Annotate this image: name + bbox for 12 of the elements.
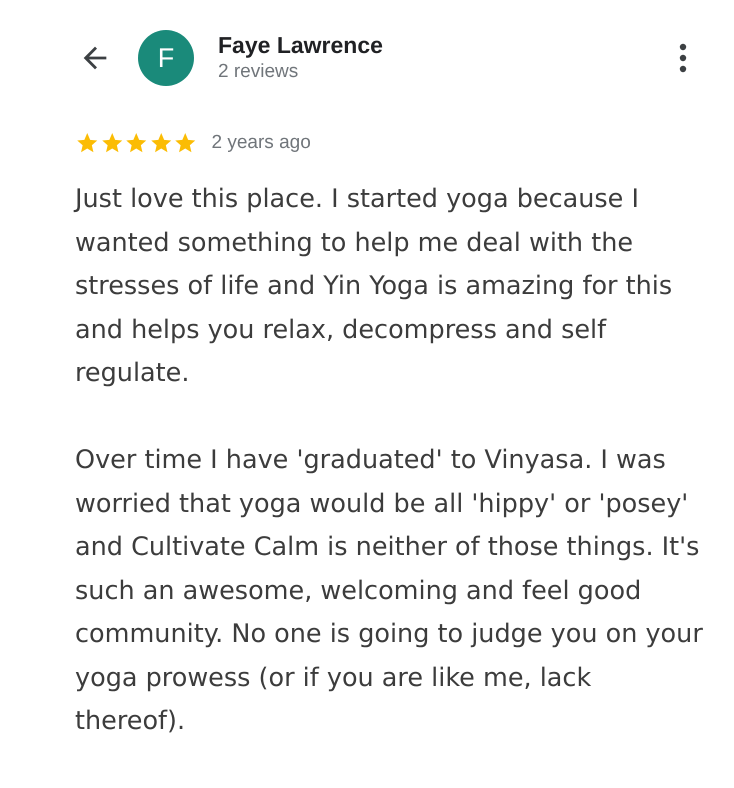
review-time: 2 years ago — [212, 132, 311, 154]
review-paragraph: Over time I have 'graduated' to Vinyasa. I was worried that yoga would be all 'hippy' or 'posey' and Cultivate Calm is neither of those things. It's such an awesome, welcoming and feel good community. No one is going to judge you on your yoga prowess (or if you are like me, lack thereof). — [75, 444, 704, 738]
star-icon — [148, 131, 173, 155]
star-icon — [75, 131, 100, 155]
star-icon — [124, 131, 148, 155]
star-icon — [173, 131, 198, 155]
more-options-icon[interactable] — [678, 42, 688, 74]
review-count: 2 reviews — [218, 60, 300, 84]
review-paragraph: Just love this place. I started yoga because I wanted something to help me deal with the stresses of life and Yin Yoga is amazing for this and helps you relax, decompress and self regulate. — [75, 183, 674, 390]
reviewer-name: Faye Lawrence — [218, 31, 384, 59]
star-icon — [100, 131, 124, 155]
avatar: F — [138, 30, 194, 86]
